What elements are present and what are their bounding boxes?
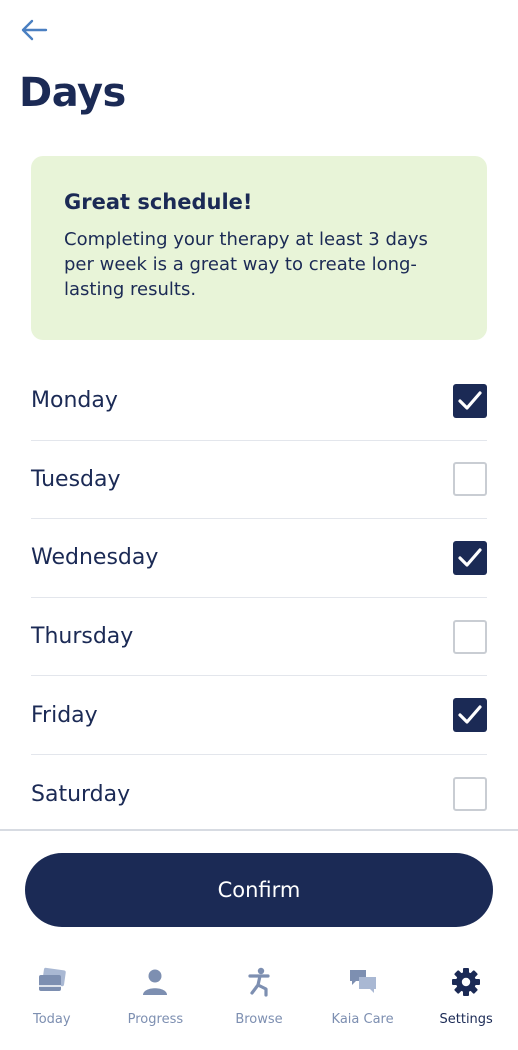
chat-bubbles-icon [347, 966, 379, 998]
day-label: Saturday [31, 781, 131, 807]
bottom-nav: Today Progress Browse Kaia Care Settings [0, 960, 518, 1030]
day-checkbox[interactable] [453, 462, 487, 497]
nav-label: Kaia Care [331, 1012, 394, 1027]
day-label: Thursday [31, 624, 134, 650]
day-checkbox[interactable] [453, 540, 487, 575]
page-title: Days [19, 70, 126, 116]
day-row-monday[interactable]: Monday [31, 362, 487, 441]
nav-item-settings[interactable]: Settings [414, 960, 518, 1030]
day-checkbox[interactable] [453, 383, 487, 418]
day-label: Monday [31, 388, 118, 414]
day-row-tuesday[interactable]: Tuesday [31, 441, 487, 520]
day-row-thursday[interactable]: Thursday [31, 598, 487, 677]
footer-divider [0, 829, 518, 831]
days-settings-screen: Days Great schedule! Completing your the… [0, 0, 518, 1050]
back-button[interactable] [14, 12, 54, 48]
day-row-wednesday[interactable]: Wednesday [31, 519, 487, 598]
gear-icon [450, 966, 482, 998]
nav-label: Browse [235, 1012, 283, 1027]
day-checkbox[interactable] [453, 698, 487, 733]
nav-label: Settings [439, 1012, 493, 1027]
day-checkbox[interactable] [453, 777, 487, 812]
cards-icon [36, 966, 68, 998]
day-label: Friday [31, 702, 98, 728]
arrow-left-icon [21, 19, 48, 41]
day-label: Wednesday [31, 545, 159, 571]
checkmark-icon [458, 391, 482, 410]
day-checkbox[interactable] [453, 619, 487, 654]
day-row-saturday[interactable]: Saturday [31, 755, 487, 834]
exercise-icon [243, 966, 275, 998]
info-card-text: Completing your therapy at least 3 days … [64, 229, 428, 300]
nav-label: Progress [127, 1012, 184, 1027]
nav-item-progress[interactable]: Progress [104, 960, 208, 1030]
checkmark-icon [458, 705, 482, 724]
day-list: Monday Tuesday Wednesday Thursday Friday… [31, 362, 487, 834]
person-icon [139, 966, 171, 998]
schedule-info-card: Great schedule! Completing your therapy … [31, 156, 487, 340]
nav-label: Today [32, 1012, 71, 1027]
confirm-button[interactable]: Confirm [25, 853, 493, 927]
day-label: Tuesday [31, 466, 121, 492]
info-card-heading: Great schedule! [64, 190, 253, 214]
day-row-friday[interactable]: Friday [31, 676, 487, 755]
nav-item-browse[interactable]: Browse [207, 960, 311, 1030]
nav-item-kaia-care[interactable]: Kaia Care [311, 960, 415, 1030]
checkmark-icon [458, 548, 482, 567]
nav-item-today[interactable]: Today [0, 960, 104, 1030]
